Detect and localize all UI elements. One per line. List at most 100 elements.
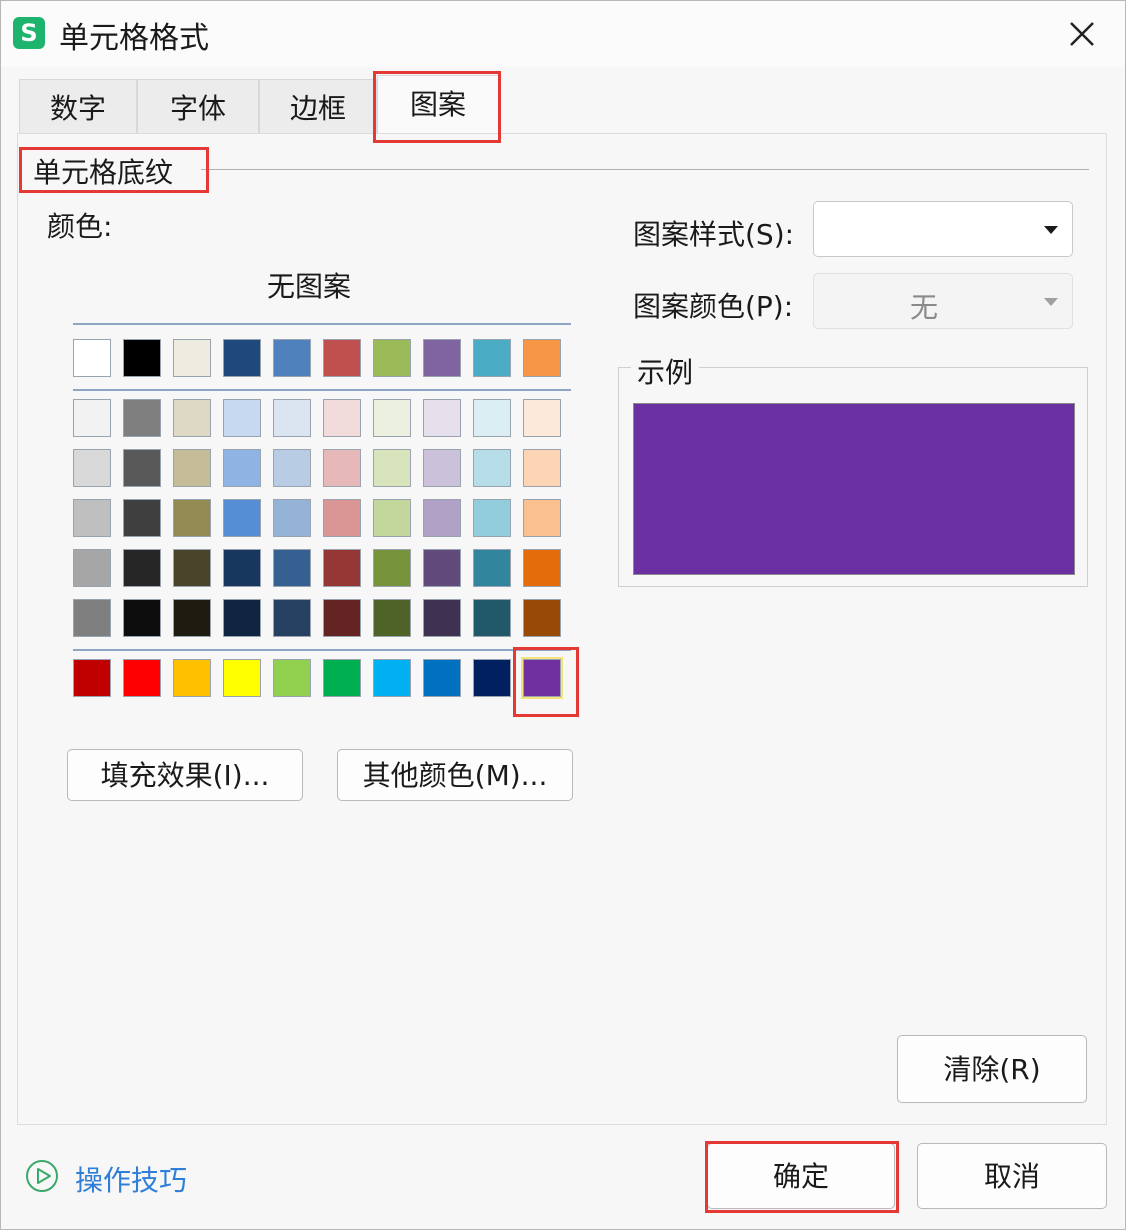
group-divider bbox=[201, 169, 1089, 170]
color-swatch[interactable] bbox=[73, 449, 111, 487]
color-swatch[interactable] bbox=[373, 499, 411, 537]
title-bar: S 单元格格式 bbox=[1, 1, 1125, 67]
color-swatch[interactable] bbox=[173, 659, 211, 697]
color-swatch[interactable] bbox=[173, 599, 211, 637]
color-swatch[interactable] bbox=[273, 599, 311, 637]
color-swatch[interactable] bbox=[273, 449, 311, 487]
more-colors-button[interactable]: 其他颜色(M)... bbox=[337, 749, 573, 801]
tab-pattern[interactable]: 图案 bbox=[377, 75, 499, 136]
color-swatch[interactable] bbox=[223, 449, 261, 487]
color-swatch[interactable] bbox=[223, 339, 261, 377]
play-circle-icon[interactable] bbox=[25, 1159, 59, 1193]
operation-tips-link[interactable]: 操作技巧 bbox=[75, 1159, 187, 1199]
color-swatch[interactable] bbox=[423, 659, 461, 697]
color-swatch[interactable] bbox=[423, 339, 461, 377]
color-swatch[interactable] bbox=[523, 339, 561, 377]
color-swatch[interactable] bbox=[523, 399, 561, 437]
color-swatch[interactable] bbox=[473, 549, 511, 587]
color-swatch[interactable] bbox=[223, 549, 261, 587]
color-swatch[interactable] bbox=[373, 339, 411, 377]
pattern-color-value: 无 bbox=[909, 291, 938, 324]
color-swatch[interactable] bbox=[373, 659, 411, 697]
color-swatch[interactable] bbox=[323, 399, 361, 437]
pattern-style-label: 图案样式(S): bbox=[633, 218, 795, 251]
color-swatch[interactable] bbox=[373, 599, 411, 637]
color-swatch[interactable] bbox=[523, 499, 561, 537]
color-swatch[interactable] bbox=[73, 549, 111, 587]
color-swatch[interactable] bbox=[373, 399, 411, 437]
color-label: 颜色: bbox=[47, 210, 113, 243]
color-swatch[interactable] bbox=[73, 339, 111, 377]
tab-font[interactable]: 字体 bbox=[137, 79, 259, 134]
color-swatch[interactable] bbox=[423, 399, 461, 437]
color-swatch[interactable] bbox=[423, 499, 461, 537]
sample-title: 示例 bbox=[631, 351, 700, 391]
color-swatch[interactable] bbox=[173, 499, 211, 537]
tab-number[interactable]: 数字 bbox=[19, 79, 137, 134]
wps-spreadsheet-icon: S bbox=[13, 17, 45, 49]
color-swatch[interactable] bbox=[223, 599, 261, 637]
cancel-button[interactable]: 取消 bbox=[917, 1143, 1107, 1209]
color-swatch[interactable] bbox=[523, 549, 561, 587]
close-button[interactable] bbox=[1059, 11, 1105, 57]
format-cells-dialog: S 单元格格式 数字 字体 边框 图案 单元格底纹 颜色: 无图案 填充效果(I… bbox=[0, 0, 1126, 1230]
color-swatch[interactable] bbox=[521, 657, 563, 699]
color-swatch[interactable] bbox=[123, 499, 161, 537]
fill-effects-button[interactable]: 填充效果(I)... bbox=[67, 749, 303, 801]
color-swatch[interactable] bbox=[223, 399, 261, 437]
color-swatch[interactable] bbox=[123, 659, 161, 697]
cell-shading-group-title: 单元格底纹 bbox=[33, 151, 178, 191]
color-swatch[interactable] bbox=[423, 549, 461, 587]
color-swatch[interactable] bbox=[323, 449, 361, 487]
color-swatch[interactable] bbox=[473, 499, 511, 537]
color-swatch[interactable] bbox=[123, 399, 161, 437]
tab-border[interactable]: 边框 bbox=[259, 79, 377, 134]
color-swatch[interactable] bbox=[423, 449, 461, 487]
clear-button[interactable]: 清除(R) bbox=[897, 1035, 1087, 1103]
color-swatch[interactable] bbox=[373, 449, 411, 487]
pattern-color-dropdown[interactable]: 无 bbox=[813, 273, 1073, 329]
color-swatch[interactable] bbox=[373, 549, 411, 587]
sample-preview bbox=[633, 403, 1075, 575]
color-swatch[interactable] bbox=[473, 599, 511, 637]
color-swatch[interactable] bbox=[273, 659, 311, 697]
color-swatch[interactable] bbox=[123, 449, 161, 487]
color-swatch[interactable] bbox=[173, 399, 211, 437]
chevron-down-icon bbox=[1044, 226, 1058, 234]
color-swatch[interactable] bbox=[273, 339, 311, 377]
color-swatch[interactable] bbox=[523, 449, 561, 487]
color-swatch[interactable] bbox=[173, 549, 211, 587]
color-swatch[interactable] bbox=[223, 499, 261, 537]
no-pattern-option[interactable]: 无图案 bbox=[267, 265, 351, 305]
color-swatch[interactable] bbox=[473, 449, 511, 487]
color-swatch[interactable] bbox=[123, 549, 161, 587]
close-icon bbox=[1070, 22, 1094, 46]
color-swatch[interactable] bbox=[473, 659, 511, 697]
color-swatch[interactable] bbox=[323, 599, 361, 637]
color-swatch[interactable] bbox=[73, 499, 111, 537]
color-swatch[interactable] bbox=[523, 599, 561, 637]
color-swatch[interactable] bbox=[173, 449, 211, 487]
color-swatch[interactable] bbox=[473, 339, 511, 377]
color-swatch[interactable] bbox=[423, 599, 461, 637]
color-swatch[interactable] bbox=[123, 599, 161, 637]
color-swatch[interactable] bbox=[73, 659, 111, 697]
pattern-color-label: 图案颜色(P): bbox=[633, 290, 794, 323]
ok-button[interactable]: 确定 bbox=[707, 1143, 895, 1209]
palette-divider bbox=[73, 323, 571, 325]
color-swatch[interactable] bbox=[123, 339, 161, 377]
color-swatch[interactable] bbox=[323, 659, 361, 697]
color-swatch[interactable] bbox=[473, 399, 511, 437]
color-swatch[interactable] bbox=[73, 599, 111, 637]
color-swatch[interactable] bbox=[273, 549, 311, 587]
color-swatch[interactable] bbox=[323, 499, 361, 537]
color-swatch[interactable] bbox=[323, 549, 361, 587]
color-swatch[interactable] bbox=[273, 499, 311, 537]
color-swatch[interactable] bbox=[223, 659, 261, 697]
color-swatch[interactable] bbox=[73, 399, 111, 437]
pattern-style-dropdown[interactable] bbox=[813, 201, 1073, 257]
chevron-down-icon bbox=[1044, 298, 1058, 306]
color-swatch[interactable] bbox=[273, 399, 311, 437]
color-swatch[interactable] bbox=[173, 339, 211, 377]
color-swatch[interactable] bbox=[323, 339, 361, 377]
